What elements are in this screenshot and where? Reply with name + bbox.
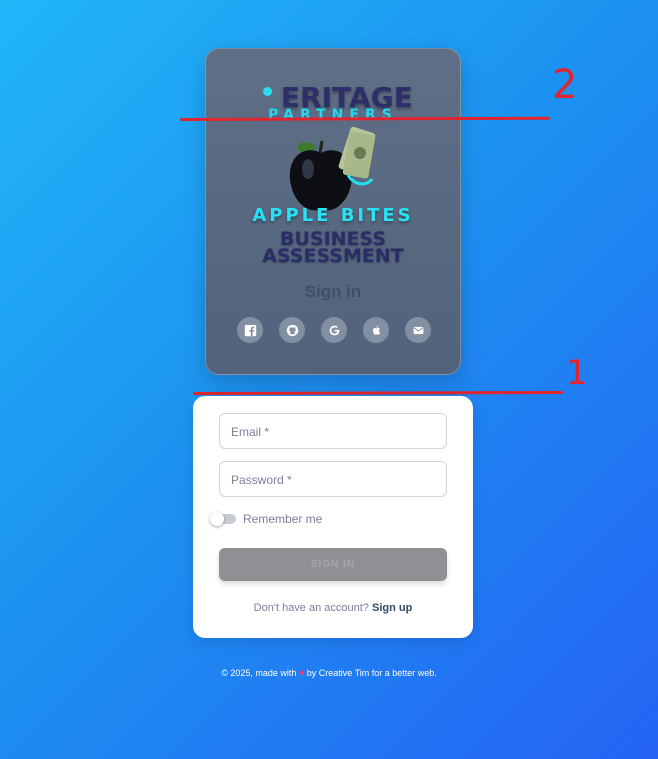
google-icon [329, 325, 339, 335]
google-login-button[interactable] [321, 317, 347, 343]
signup-prompt: Don't have an account? [253, 602, 369, 614]
remember-me-toggle[interactable] [210, 512, 236, 526]
email-icon [413, 326, 423, 334]
password-field[interactable]: Password * [219, 461, 447, 497]
sign-in-heading: Sign in [304, 282, 362, 301]
password-field-label: Password * [231, 473, 292, 487]
footer-suffix: by Creative Tim for a better web. [306, 668, 437, 678]
footer-credit: © 2025, made with ♥ by Creative Tim for … [0, 668, 658, 678]
apple-icon [372, 325, 380, 335]
facebook-icon [244, 324, 256, 336]
email-field[interactable]: Email * [219, 413, 447, 449]
email-field-label: Email * [231, 425, 270, 439]
annotation-line-1 [192, 391, 564, 395]
brand-title: APPLE BITES [252, 205, 414, 226]
annotation-line-2 [179, 116, 551, 121]
remember-me-label: Remember me [243, 512, 323, 526]
signup-prompt-row: Don't have an account? Sign up [193, 602, 473, 614]
signup-link[interactable]: Sign up [372, 602, 412, 614]
annotation-label-2: 2 [552, 62, 578, 108]
facebook-login-button[interactable] [237, 317, 263, 343]
brand-line-assessment: ASSESSMENT [262, 245, 404, 267]
toggle-knob [210, 512, 224, 526]
apple-login-button[interactable] [363, 317, 389, 343]
money-stack-icon [338, 126, 376, 186]
sign-in-form: Email * Password * Remember me SIGN IN D… [193, 396, 473, 638]
email-login-button[interactable] [405, 317, 431, 343]
remember-me-row: Remember me [210, 512, 323, 526]
github-login-button[interactable] [279, 317, 305, 343]
annotation-label-1: 1 [566, 353, 588, 393]
footer-prefix: © 2025, made with [221, 668, 297, 678]
github-icon [286, 324, 298, 336]
sign-in-button[interactable]: SIGN IN [219, 548, 447, 581]
social-login-row [237, 317, 431, 343]
hero-card: MERITAGE PARTNERS APPLE BITES BUSINESS A… [205, 48, 461, 375]
heart-icon: ♥ [298, 668, 305, 678]
